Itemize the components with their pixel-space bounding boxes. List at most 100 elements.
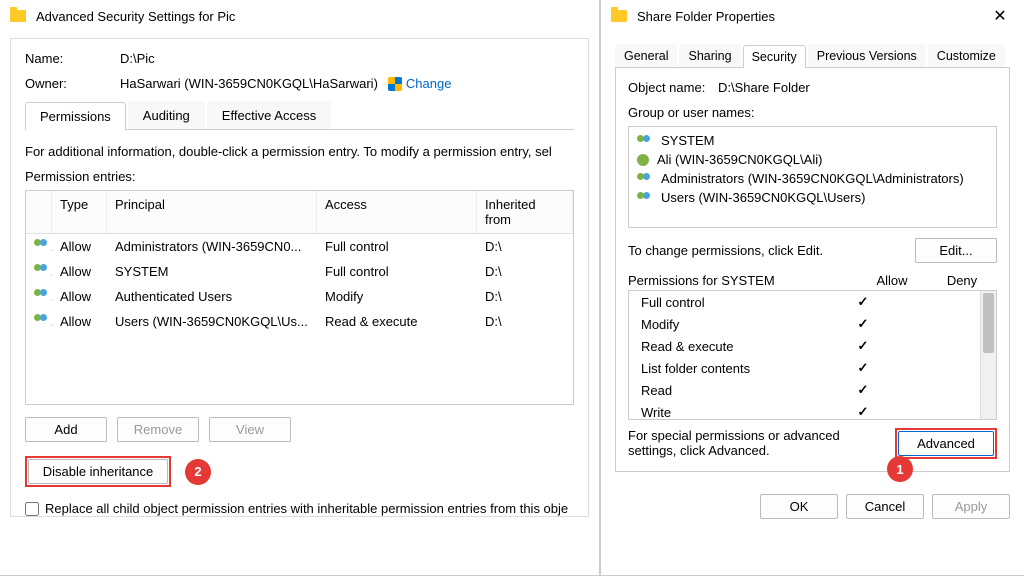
allow-header: Allow xyxy=(857,273,927,288)
ok-button[interactable]: OK xyxy=(760,494,838,519)
col-type[interactable]: Type xyxy=(52,191,107,233)
info-text: For additional information, double-click… xyxy=(25,144,574,159)
permission-name: List folder contents xyxy=(641,361,828,376)
titlebar[interactable]: Share Folder Properties ✕ xyxy=(601,0,1024,32)
col-access[interactable]: Access xyxy=(317,191,477,233)
permission-row: Full control ✓ xyxy=(629,291,980,313)
col-inherited[interactable]: Inherited from xyxy=(477,191,573,233)
tab-previous-versions[interactable]: Previous Versions xyxy=(808,44,926,67)
table-row[interactable]: Allow Users (WIN-3659CN0KGQL\Us... Read … xyxy=(26,309,573,334)
apply-button: Apply xyxy=(932,494,1010,519)
tab-auditing[interactable]: Auditing xyxy=(128,101,205,129)
group-listbox[interactable]: SYSTEM Ali (WIN-3659CN0KGQL\Ali) Administr… xyxy=(628,126,997,228)
annotation-badge-2: 2 xyxy=(185,459,211,485)
allow-check-icon: ✓ xyxy=(828,404,898,420)
edit-button[interactable]: Edit... xyxy=(915,238,997,263)
advanced-hint: For special permissions or advanced sett… xyxy=(628,428,885,458)
permission-name: Write xyxy=(641,405,828,420)
allow-check-icon: ✓ xyxy=(828,294,898,310)
object-name-label: Object name: xyxy=(628,80,718,95)
list-item[interactable]: Ali (WIN-3659CN0KGQL\Ali) xyxy=(629,150,996,169)
owner-value: HaSarwari (WIN-3659CN0KGQL\HaSarwari) xyxy=(120,76,378,91)
group-name: Administrators (WIN-3659CN0KGQL\Administ… xyxy=(661,171,964,186)
shield-icon xyxy=(388,77,402,91)
user-icon xyxy=(637,154,649,166)
change-owner-link[interactable]: Change xyxy=(406,76,452,91)
entry-principal: Users (WIN-3659CN0KGQL\Us... xyxy=(107,311,317,332)
entry-principal: SYSTEM xyxy=(107,261,317,282)
permission-row: Read ✓ xyxy=(629,379,980,401)
list-item[interactable]: Users (WIN-3659CN0KGQL\Users) xyxy=(629,188,996,207)
cancel-button[interactable]: Cancel xyxy=(846,494,924,519)
table-row[interactable]: Allow SYSTEM Full control D:\ xyxy=(26,259,573,284)
folder-icon xyxy=(611,8,627,24)
list-item[interactable]: Administrators (WIN-3659CN0KGQL\Administ… xyxy=(629,169,996,188)
window-title: Advanced Security Settings for Pic xyxy=(36,9,589,24)
entry-inherited: D:\ xyxy=(477,286,573,307)
deny-header: Deny xyxy=(927,273,997,288)
annotation-box-2: Disable inheritance xyxy=(25,456,171,487)
object-name-value: D:\Share Folder xyxy=(718,80,810,95)
allow-check-icon: ✓ xyxy=(828,382,898,398)
table-row[interactable]: Allow Administrators (WIN-3659CN0... Ful… xyxy=(26,234,573,259)
annotation-badge-1: 1 xyxy=(887,456,913,482)
entry-inherited: D:\ xyxy=(477,261,573,282)
permissions-grid: Full control ✓ Modify ✓ Read & execute ✓… xyxy=(628,290,997,420)
entry-access: Full control xyxy=(317,236,477,257)
add-button[interactable]: Add xyxy=(25,417,107,442)
entry-type: Allow xyxy=(52,311,107,332)
entry-type: Allow xyxy=(52,261,107,282)
users-icon xyxy=(637,135,653,147)
allow-check-icon: ✓ xyxy=(828,316,898,332)
users-icon xyxy=(34,264,50,276)
list-item[interactable]: SYSTEM xyxy=(629,131,996,150)
share-folder-properties-window: Share Folder Properties ✕ General Sharin… xyxy=(600,0,1024,576)
permission-entries-grid: Type Principal Access Inherited from All… xyxy=(25,190,574,405)
permission-name: Modify xyxy=(641,317,828,332)
tab-effective-access[interactable]: Effective Access xyxy=(207,101,331,129)
col-principal[interactable]: Principal xyxy=(107,191,317,233)
entries-label: Permission entries: xyxy=(25,169,574,184)
tab-sharing[interactable]: Sharing xyxy=(679,44,740,67)
entry-principal: Administrators (WIN-3659CN0... xyxy=(107,236,317,257)
grid-header: Type Principal Access Inherited from xyxy=(26,191,573,234)
permission-name: Full control xyxy=(641,295,828,310)
titlebar[interactable]: Advanced Security Settings for Pic xyxy=(0,0,599,32)
permissions-for-label: Permissions for SYSTEM xyxy=(628,273,857,288)
annotation-box-1: Advanced xyxy=(895,428,997,459)
entry-access: Modify xyxy=(317,286,477,307)
dialog-footer: OK Cancel Apply xyxy=(601,484,1024,529)
permission-row: Write ✓ xyxy=(629,401,980,420)
group-label: Group or user names: xyxy=(628,105,997,120)
disable-inheritance-button[interactable]: Disable inheritance xyxy=(28,459,168,484)
allow-check-icon: ✓ xyxy=(828,338,898,354)
users-icon xyxy=(34,314,50,326)
entry-access: Read & execute xyxy=(317,311,477,332)
replace-child-checkbox[interactable] xyxy=(25,502,39,516)
permission-name: Read xyxy=(641,383,828,398)
tab-customize[interactable]: Customize xyxy=(928,44,1005,67)
entry-inherited: D:\ xyxy=(477,236,573,257)
name-value: D:\Pic xyxy=(120,51,155,66)
scrollbar-thumb[interactable] xyxy=(983,293,994,353)
tabs: Permissions Auditing Effective Access xyxy=(25,101,574,130)
tab-security[interactable]: Security xyxy=(743,45,806,68)
permission-row: List folder contents ✓ xyxy=(629,357,980,379)
group-name: SYSTEM xyxy=(661,133,714,148)
scrollbar[interactable] xyxy=(980,291,996,419)
group-name: Ali (WIN-3659CN0KGQL\Ali) xyxy=(657,152,822,167)
tab-general[interactable]: General xyxy=(615,44,677,67)
entry-inherited: D:\ xyxy=(477,311,573,332)
table-row[interactable]: Allow Authenticated Users Modify D:\ xyxy=(26,284,573,309)
advanced-button[interactable]: Advanced xyxy=(898,431,994,456)
entry-type: Allow xyxy=(52,286,107,307)
window-title: Share Folder Properties xyxy=(637,9,986,24)
close-icon[interactable]: ✕ xyxy=(986,6,1014,26)
owner-label: Owner: xyxy=(25,76,120,91)
tab-permissions[interactable]: Permissions xyxy=(25,102,126,130)
content-frame: Name: D:\Pic Owner: HaSarwari (WIN-3659C… xyxy=(10,38,589,517)
entry-principal: Authenticated Users xyxy=(107,286,317,307)
advanced-security-window: Advanced Security Settings for Pic Name:… xyxy=(0,0,600,576)
group-name: Users (WIN-3659CN0KGQL\Users) xyxy=(661,190,865,205)
view-button: View xyxy=(209,417,291,442)
